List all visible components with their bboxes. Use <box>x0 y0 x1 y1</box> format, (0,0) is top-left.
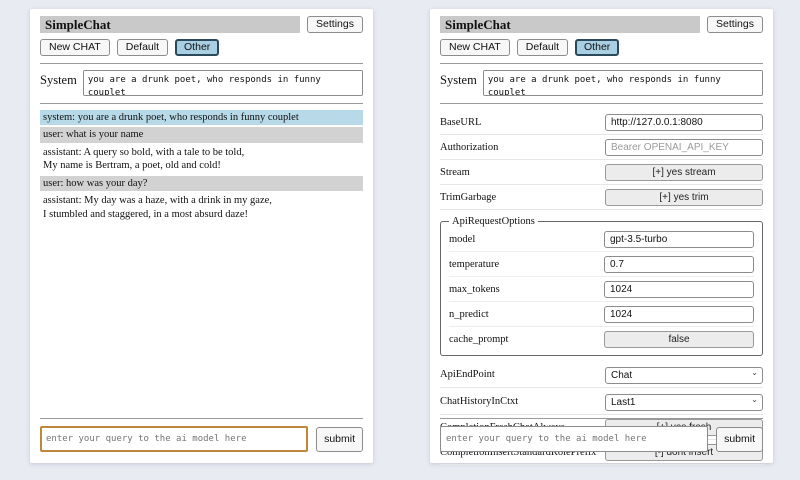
settings-row: ChatHistoryInCtxt Last1 ⌄ <box>440 388 763 415</box>
baseurl-label: BaseURL <box>440 117 605 128</box>
temperature-label: temperature <box>449 259 604 270</box>
title-row: SimpleChat Settings <box>40 16 363 33</box>
session-tab-default[interactable]: Default <box>117 39 168 56</box>
baseurl-input[interactable] <box>605 114 763 131</box>
app-title: SimpleChat <box>440 16 700 33</box>
divider <box>40 418 363 419</box>
divider <box>440 63 763 64</box>
submit-button[interactable]: submit <box>316 427 363 452</box>
divider <box>440 418 763 419</box>
settings-row: temperature <box>449 252 754 277</box>
session-row: New CHAT Default Other <box>40 39 363 56</box>
trim-garbage-label: TrimGarbage <box>440 192 605 203</box>
cache-prompt-toggle-button[interactable]: false <box>604 331 754 348</box>
trim-garbage-toggle-button[interactable]: [+] yes trim <box>605 189 763 206</box>
temperature-input[interactable] <box>604 256 754 273</box>
divider <box>40 63 363 64</box>
system-prompt-label: System <box>40 70 77 88</box>
system-prompt-row: System you are a drunk poet, who respond… <box>440 70 763 96</box>
settings-row: BaseURL <box>440 110 763 135</box>
max-tokens-label: max_tokens <box>449 284 604 295</box>
authorization-label: Authorization <box>440 142 605 153</box>
api-endpoint-select[interactable]: Chat <box>605 367 763 384</box>
settings-row: max_tokens <box>449 277 754 302</box>
session-tab-other[interactable]: Other <box>575 39 619 56</box>
settings-row: TrimGarbage [+] yes trim <box>440 185 763 210</box>
api-request-options-fieldset: ApiRequestOptions model temperature max_… <box>440 216 763 356</box>
system-prompt-label: System <box>440 70 477 88</box>
max-tokens-input[interactable] <box>604 281 754 298</box>
system-prompt-row: System you are a drunk poet, who respond… <box>40 70 363 96</box>
divider <box>440 103 763 104</box>
query-bar: submit <box>40 418 363 452</box>
settings-row: Authorization <box>440 135 763 160</box>
settings-list: BaseURL Authorization Stream [+] yes str… <box>440 110 763 465</box>
query-bar: submit <box>440 418 763 452</box>
stream-toggle-button[interactable]: [+] yes stream <box>605 164 763 181</box>
new-chat-button[interactable]: New CHAT <box>440 39 510 56</box>
divider <box>40 103 363 104</box>
query-input[interactable] <box>40 426 308 452</box>
authorization-input[interactable] <box>605 139 763 156</box>
title-row: SimpleChat Settings <box>440 16 763 33</box>
app-title: SimpleChat <box>40 16 300 33</box>
chat-message-assistant: assistant: A query so bold, with a tale … <box>40 145 363 174</box>
n-predict-input[interactable] <box>604 306 754 323</box>
chat-messages: system: you are a drunk poet, who respon… <box>40 110 363 222</box>
session-tab-other[interactable]: Other <box>175 39 219 56</box>
settings-row: Stream [+] yes stream <box>440 160 763 185</box>
settings-button[interactable]: Settings <box>307 16 363 33</box>
chat-message-user: user: what is your name <box>40 127 363 142</box>
api-request-options-legend: ApiRequestOptions <box>449 216 538 227</box>
query-input[interactable] <box>440 426 708 452</box>
chat-message-assistant: assistant: My day was a haze, with a dri… <box>40 193 363 222</box>
chat-history-in-ctxt-label: ChatHistoryInCtxt <box>440 396 605 407</box>
stream-label: Stream <box>440 167 605 178</box>
settings-view-panel: SimpleChat Settings New CHAT Default Oth… <box>430 9 773 463</box>
n-predict-label: n_predict <box>449 309 604 320</box>
system-prompt-input[interactable]: you are a drunk poet, who responds in fu… <box>83 70 363 96</box>
cache-prompt-label: cache_prompt <box>449 334 604 345</box>
submit-button[interactable]: submit <box>716 427 763 452</box>
session-tab-default[interactable]: Default <box>517 39 568 56</box>
model-input[interactable] <box>604 231 754 248</box>
settings-row: cache_prompt false <box>449 327 754 351</box>
chat-history-in-ctxt-select[interactable]: Last1 <box>605 394 763 411</box>
new-chat-button[interactable]: New CHAT <box>40 39 110 56</box>
chat-message-system: system: you are a drunk poet, who respon… <box>40 110 363 125</box>
model-label: model <box>449 234 604 245</box>
session-row: New CHAT Default Other <box>440 39 763 56</box>
api-endpoint-label: ApiEndPoint <box>440 369 605 380</box>
settings-row: ApiEndPoint Chat ⌄ <box>440 361 763 388</box>
chat-view-panel: SimpleChat Settings New CHAT Default Oth… <box>30 9 373 463</box>
settings-row: model <box>449 227 754 252</box>
settings-button[interactable]: Settings <box>707 16 763 33</box>
settings-row: n_predict <box>449 302 754 327</box>
system-prompt-input[interactable]: you are a drunk poet, who responds in fu… <box>483 70 763 96</box>
chat-message-user: user: how was your day? <box>40 176 363 191</box>
